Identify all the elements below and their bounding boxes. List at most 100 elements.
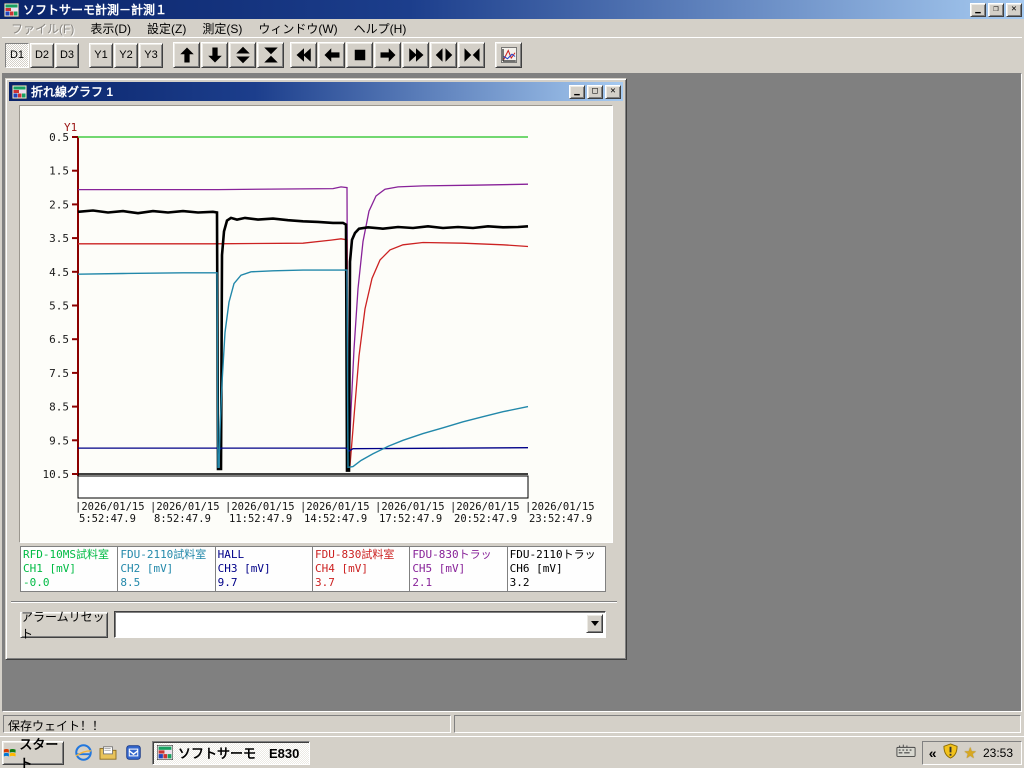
graph-maximize-icon[interactable]: □ <box>587 84 603 99</box>
chevron-down-icon[interactable] <box>586 614 603 633</box>
y-axis-tick-label: 6.5 <box>49 333 69 346</box>
x-axis-date-label: |2026/01/15 <box>525 501 595 513</box>
y-axis-tick-label: 8.5 <box>49 401 69 414</box>
menubar: ファイル(F) 表示(D) 設定(Z) 測定(S) ウィンドウ(W) ヘルプ(H… <box>2 19 1022 37</box>
x-axis-time-label: 11:52:47.9 <box>229 513 292 525</box>
skip-forward-icon[interactable] <box>402 42 429 68</box>
task-label: ソフトサーモ E830 <box>178 746 300 761</box>
channel-name: FDU-830試料室 <box>314 548 395 561</box>
channel-name: FDU-2110試料室 <box>120 548 207 561</box>
series-ch6 <box>77 209 529 472</box>
menu-view[interactable]: 表示(D) <box>83 18 138 39</box>
keyboard-icon[interactable] <box>896 744 916 761</box>
graph-close-icon[interactable]: ✕ <box>605 84 621 99</box>
menu-settings[interactable]: 設定(Z) <box>140 18 193 39</box>
channel-name: FDU-2110トラッ <box>509 548 596 561</box>
restore-icon[interactable]: ❐ <box>988 2 1004 17</box>
x-axis-date-label: |2026/01/15 <box>375 501 445 513</box>
channel-label: CH2 [mV] <box>120 562 174 575</box>
toolbar-button-d1[interactable]: D1 <box>5 42 29 68</box>
toolbar-button-y2[interactable]: Y2 <box>114 42 138 68</box>
alarm-combo-box[interactable] <box>114 611 606 638</box>
series-ch2 <box>77 269 529 469</box>
line-chart: Y1 0.5 1.5 2.5 3.5 4.5 5.5 6.5 7.5 8.5 9.5 10.5 |202… <box>19 105 613 543</box>
y-axis-tick-label: 2.5 <box>49 198 69 211</box>
star-icon[interactable]: ★ <box>964 744 977 762</box>
graph-minimize-icon[interactable]: ▁ <box>569 84 585 99</box>
y-axis-tick-label: 1.5 <box>49 165 69 178</box>
main-titlebar[interactable]: ソフトサーモ計測－計測１ ▁ ❐ ✕ <box>0 0 1024 19</box>
status-message: 保存ウェイト！！ <box>3 715 451 733</box>
internet-explorer-icon[interactable] <box>74 744 92 762</box>
y-axis-tick-label: 0.5 <box>49 131 69 144</box>
tray-panel: « ★ 23:53 <box>921 740 1022 765</box>
menu-file[interactable]: ファイル(F) <box>4 18 81 39</box>
x-axis-time-label: 17:52:47.9 <box>379 513 442 525</box>
security-shield-icon[interactable] <box>942 743 958 762</box>
outlook-express-icon[interactable] <box>124 744 142 762</box>
y-axis-tick-label: 9.5 <box>49 434 69 447</box>
y-axis-tick-label: 5.5 <box>49 300 69 313</box>
legend-cell-ch6: FDU-2110トラッ CH6 [mV] 3.2 <box>507 547 605 591</box>
y-axis-tick-label: 4.5 <box>49 266 69 279</box>
minimize-icon[interactable]: ▁ <box>970 2 986 17</box>
arrow-right-icon[interactable] <box>374 42 401 68</box>
x-axis-date-label: |2026/01/15 <box>450 501 520 513</box>
channel-legend: RFD-10MS試料室 CH1 [mV] -0.0 FDU-2110試料室 CH… <box>20 546 606 592</box>
legend-cell-ch5: FDU-830トラッ CH5 [mV] 2.1 <box>410 547 508 591</box>
toolbar-button-d3[interactable]: D3 <box>55 42 79 68</box>
separator <box>11 601 617 603</box>
app-icon <box>4 2 19 17</box>
x-axis-date-label: |2026/01/15 <box>300 501 370 513</box>
expand-horizontal-icon[interactable] <box>430 42 457 68</box>
legend-cell-ch2: FDU-2110試料室 CH2 [mV] 8.5 <box>118 547 216 591</box>
channel-name: FDU-830トラッ <box>412 548 492 561</box>
stop-icon[interactable] <box>346 42 373 68</box>
system-tray: « ★ 23:53 <box>896 740 1022 765</box>
menu-measure[interactable]: 測定(S) <box>195 18 249 39</box>
toolbar-button-y3[interactable]: Y3 <box>139 42 163 68</box>
windows-logo-icon <box>3 748 16 757</box>
channel-value: 2.1 <box>412 576 433 589</box>
line-chart-svg: Y10.51.52.53.54.55.56.57.58.59.510.5|202… <box>43 121 595 525</box>
graph-window-titlebar[interactable]: 折れ線グラフ 1 ▁ □ ✕ <box>9 82 623 101</box>
show-desktop-icon[interactable] <box>99 744 117 762</box>
mdi-area: 折れ線グラフ 1 ▁ □ ✕ Y1 0.5 1.5 2.5 3.5 4.5 5.5 6.5 7.… <box>2 73 1022 712</box>
x-axis-time-label: 20:52:47.9 <box>454 513 517 525</box>
chart-settings-icon[interactable] <box>495 42 522 68</box>
task-app-icon <box>157 745 173 760</box>
channel-name: RFD-10MS試料室 <box>23 548 109 561</box>
channel-value: 3.2 <box>509 576 530 589</box>
toolbar-button-d2[interactable]: D2 <box>30 42 54 68</box>
skip-back-icon[interactable] <box>290 42 317 68</box>
legend-cell-ch3: HALL CH3 [mV] 9.7 <box>215 547 313 591</box>
channel-name: HALL <box>217 548 245 561</box>
channel-label: CH1 [mV] <box>23 562 76 575</box>
alarm-reset-button[interactable]: アラームリセット <box>20 610 108 641</box>
arrow-left-icon[interactable] <box>318 42 345 68</box>
expand-vertical-icon[interactable] <box>229 42 256 68</box>
menu-help[interactable]: ヘルプ(H) <box>347 18 414 39</box>
channel-value: 9.7 <box>217 576 238 589</box>
taskbar-task-softthermo[interactable]: ソフトサーモ E830 <box>152 740 310 765</box>
toolbar-button-y1[interactable]: Y1 <box>89 42 113 68</box>
graph-window: 折れ線グラフ 1 ▁ □ ✕ Y1 0.5 1.5 2.5 3.5 4.5 5.5 6.5 7.… <box>5 78 627 660</box>
y-axis-tick-label: 3.5 <box>49 232 69 245</box>
collapse-vertical-icon[interactable] <box>257 42 284 68</box>
legend-cell-ch4: FDU-830試料室 CH4 [mV] 3.7 <box>312 547 411 591</box>
arrow-up-icon[interactable] <box>173 42 200 68</box>
channel-label: CH5 [mV] <box>412 562 466 575</box>
x-axis-date-label: |2026/01/15 <box>225 501 295 513</box>
channel-value: 8.5 <box>120 576 141 589</box>
collapse-horizontal-icon[interactable] <box>458 42 485 68</box>
start-button[interactable]: スタート <box>2 737 64 768</box>
desktop: { "window": { "title": "ソフトサーモ計測－計測１", "… <box>0 0 1024 768</box>
channel-label: CH4 [mV] <box>314 562 368 575</box>
channel-label: CH6 [mV] <box>509 562 563 575</box>
tray-expand-chevron[interactable]: « <box>929 745 937 761</box>
menu-window[interactable]: ウィンドウ(W) <box>251 18 344 39</box>
tray-clock[interactable]: 23:53 <box>983 746 1013 760</box>
channel-value: 3.7 <box>314 576 335 589</box>
arrow-down-icon[interactable] <box>201 42 228 68</box>
close-icon[interactable]: ✕ <box>1006 2 1022 17</box>
